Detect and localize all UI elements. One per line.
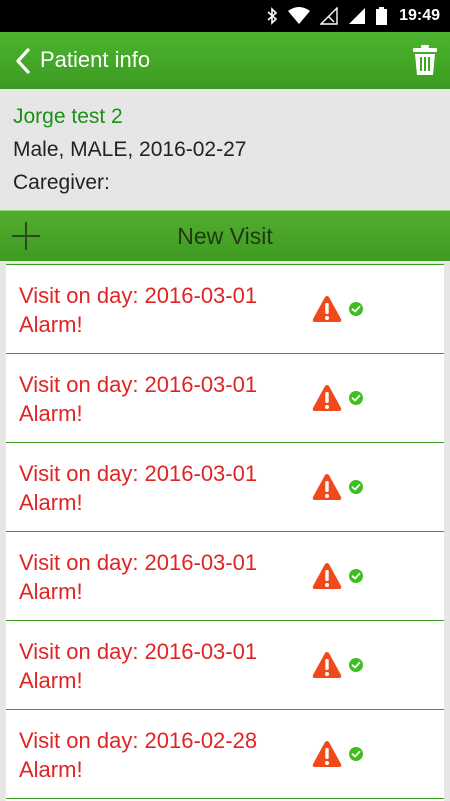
trash-icon bbox=[413, 45, 437, 75]
visit-text: Visit on day: 2016-03-01 Alarm! bbox=[19, 370, 257, 428]
new-visit-button[interactable]: New Visit bbox=[0, 210, 450, 261]
warning-icon bbox=[312, 563, 342, 589]
status-icons: 19:49 bbox=[266, 0, 440, 32]
new-visit-label: New Visit bbox=[177, 223, 273, 249]
visit-text: Visit on day: 2016-03-01 Alarm! bbox=[19, 637, 257, 695]
patient-caregiver: Caregiver: bbox=[13, 171, 110, 194]
visit-text: Visit on day: 2016-02-28 Alarm! bbox=[19, 726, 257, 784]
check-icon bbox=[349, 302, 363, 316]
warning-icon bbox=[312, 474, 342, 500]
visit-text: Visit on day: 2016-03-01 Alarm! bbox=[19, 281, 257, 339]
visit-title: Visit on day: 2016-02-28 bbox=[19, 728, 258, 753]
visit-text: Visit on day: 2016-03-01 Alarm! bbox=[19, 548, 257, 606]
visit-title: Visit on day: 2016-03-01 bbox=[19, 283, 258, 308]
visit-list[interactable]: Visit on day: 2016-03-01 Alarm! Visit on… bbox=[6, 264, 444, 801]
wifi-icon bbox=[288, 0, 311, 32]
delete-patient-button[interactable] bbox=[412, 43, 438, 77]
warning-icon bbox=[312, 385, 342, 411]
list-item[interactable]: Visit on day: 2016-02-28 Alarm! bbox=[6, 710, 444, 799]
back-button[interactable] bbox=[8, 44, 38, 78]
warning-icon bbox=[312, 296, 342, 322]
patient-details: Male, MALE, 2016-02-27 bbox=[13, 138, 247, 161]
list-item[interactable]: Visit on day: 2016-03-01 Alarm! bbox=[6, 265, 444, 354]
signal-icon bbox=[348, 0, 366, 32]
check-icon bbox=[349, 747, 363, 761]
patient-name: Jorge test 2 bbox=[13, 105, 123, 128]
patient-header: Jorge test 2 Male, MALE, 2016-02-27 Care… bbox=[0, 89, 450, 210]
battery-icon bbox=[376, 0, 388, 32]
signal-off-icon bbox=[320, 0, 338, 32]
chevron-left-icon bbox=[16, 48, 30, 74]
list-item[interactable]: Visit on day: 2016-03-01 Alarm! bbox=[6, 621, 444, 710]
status-bar: 19:49 bbox=[0, 0, 450, 32]
visit-title: Visit on day: 2016-03-01 bbox=[19, 550, 258, 575]
bluetooth-icon bbox=[266, 0, 278, 32]
status-time: 19:49 bbox=[399, 7, 440, 24]
page-title: Patient info bbox=[40, 47, 151, 72]
check-icon bbox=[349, 391, 363, 405]
check-icon bbox=[349, 480, 363, 494]
warning-icon bbox=[312, 741, 342, 767]
visit-status: Alarm! bbox=[19, 401, 83, 426]
visit-text: Visit on day: 2016-03-01 Alarm! bbox=[19, 459, 257, 517]
visit-title: Visit on day: 2016-03-01 bbox=[19, 461, 258, 486]
check-icon bbox=[349, 569, 363, 583]
visit-status: Alarm! bbox=[19, 490, 83, 515]
list-item[interactable]: Visit on day: 2016-03-01 Alarm! bbox=[6, 532, 444, 621]
visit-status: Alarm! bbox=[19, 757, 83, 782]
app-bar: Patient info bbox=[0, 32, 450, 89]
list-item[interactable]: Visit on day: 2016-03-01 Alarm! bbox=[6, 443, 444, 532]
visit-title: Visit on day: 2016-03-01 bbox=[19, 639, 258, 664]
visit-title: Visit on day: 2016-03-01 bbox=[19, 372, 258, 397]
check-icon bbox=[349, 658, 363, 672]
list-item[interactable]: Visit on day: 2016-03-01 Alarm! bbox=[6, 354, 444, 443]
warning-icon bbox=[312, 652, 342, 678]
visit-status: Alarm! bbox=[19, 579, 83, 604]
visit-status: Alarm! bbox=[19, 312, 83, 337]
visit-status: Alarm! bbox=[19, 668, 83, 693]
